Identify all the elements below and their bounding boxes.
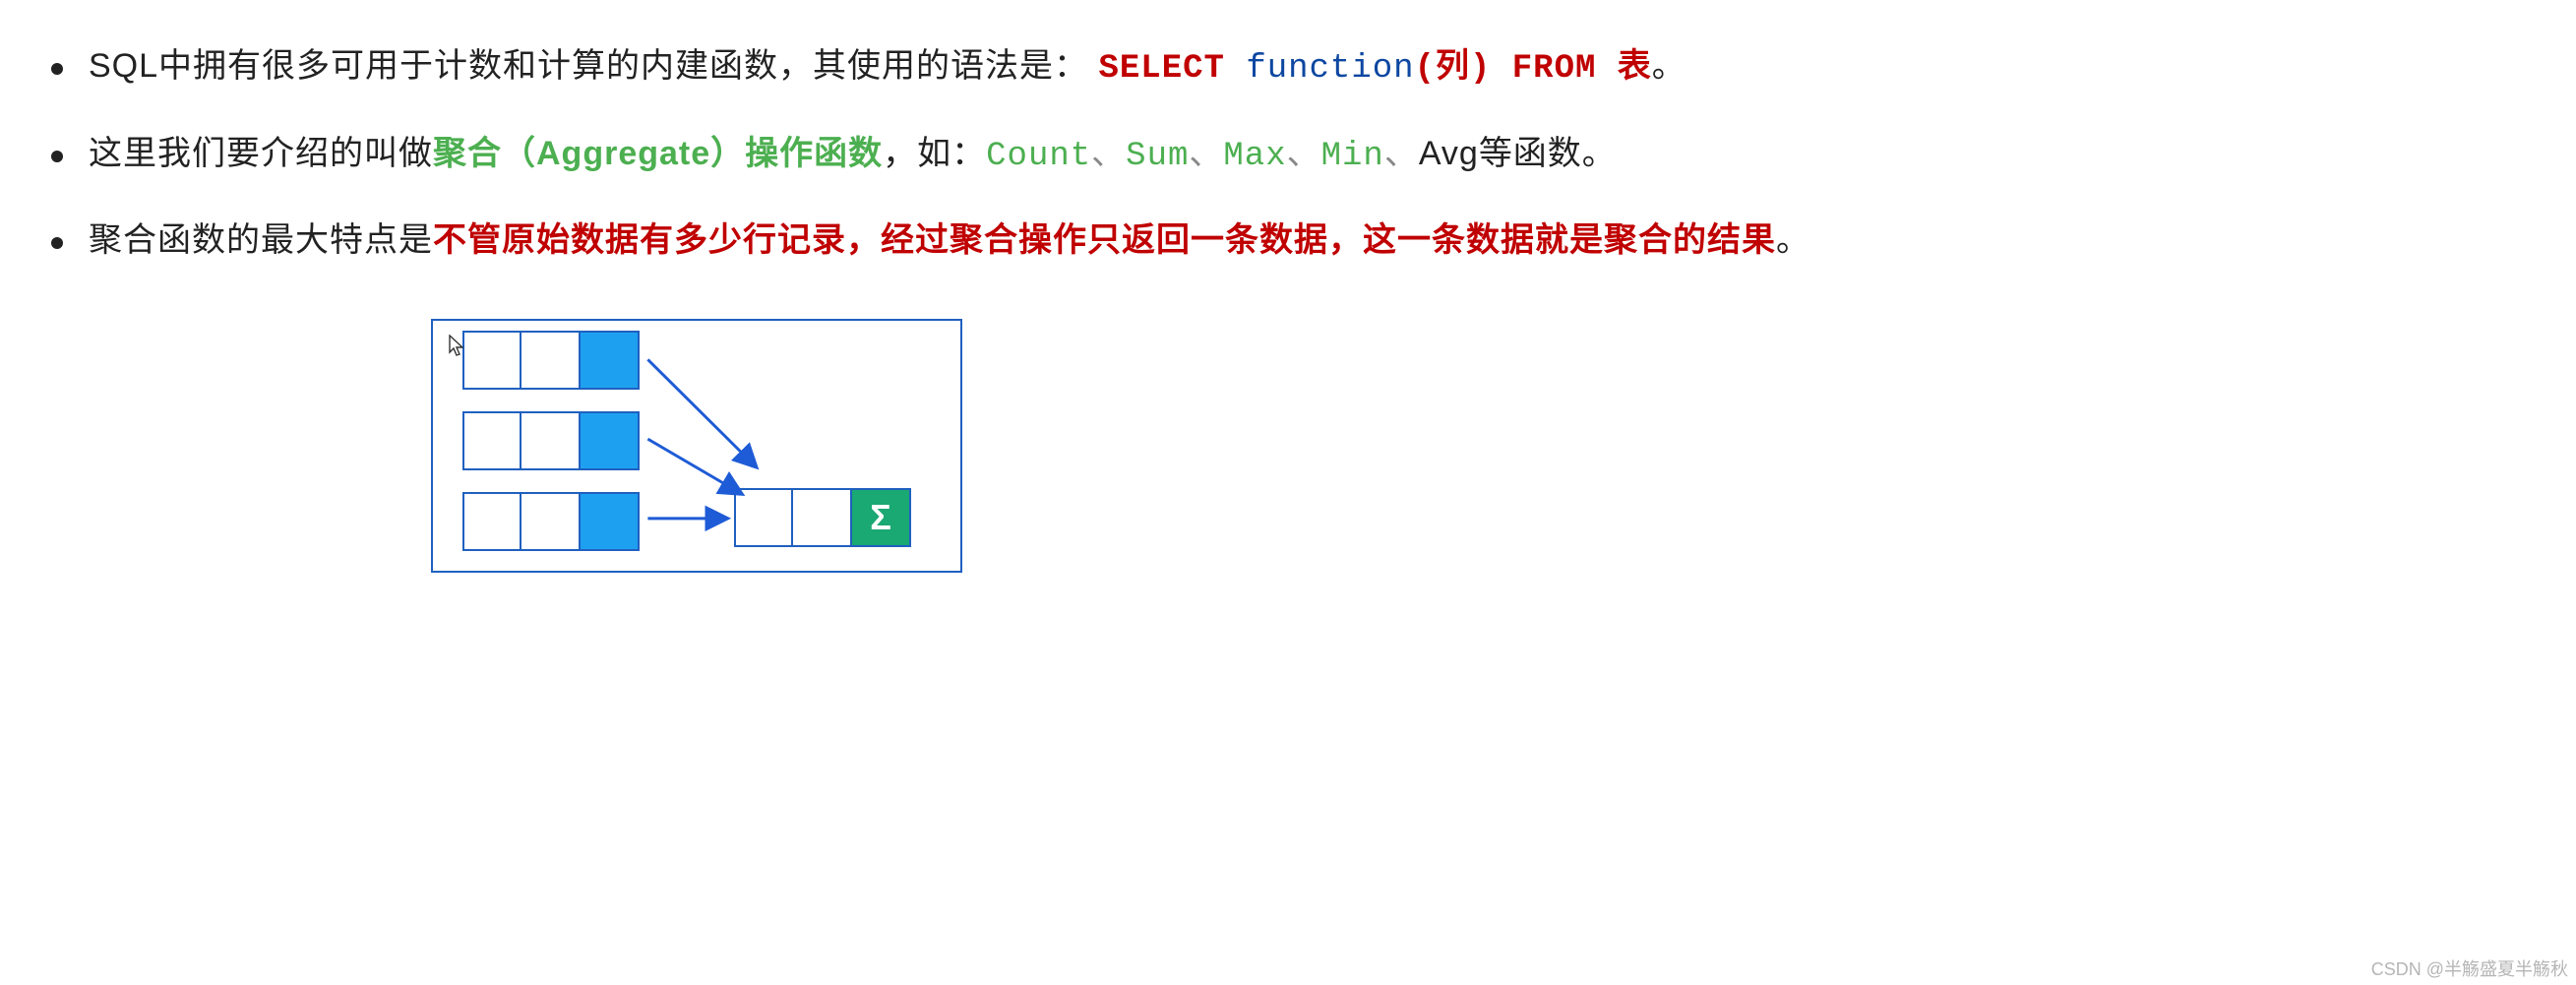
table-row	[462, 411, 941, 470]
sep: 、	[1287, 135, 1321, 172]
cell-sigma: Σ	[852, 488, 911, 547]
text: 这里我们要介绍的叫做	[89, 135, 433, 172]
sql-from-kw: FROM	[1491, 50, 1617, 88]
cell-blank	[793, 488, 852, 547]
text: 等函数。	[1479, 135, 1617, 172]
text: SQL中拥有很多可用于计数和计算的内建函数，其使用的语法是：	[89, 47, 1088, 85]
text: 。	[1776, 221, 1810, 259]
sql-table: 表	[1618, 50, 1652, 88]
sep: 、	[1384, 135, 1419, 172]
sql-function: function	[1246, 50, 1414, 88]
table-row	[462, 331, 941, 390]
bullet-list: SQL中拥有很多可用于计数和计算的内建函数，其使用的语法是： SELECT fu…	[51, 43, 1810, 302]
text: 。	[1652, 47, 1687, 85]
func-count: Count	[986, 138, 1091, 175]
cell-blank	[521, 492, 581, 551]
func-max: Max	[1223, 138, 1286, 175]
sql-column: (列)	[1415, 50, 1492, 88]
sigma-label: Σ	[870, 497, 891, 538]
cell-blank	[462, 331, 521, 390]
bullet-item-1: SQL中拥有很多可用于计数和计算的内建函数，其使用的语法是： SELECT fu…	[51, 43, 1810, 93]
result-row: Σ	[734, 488, 911, 547]
highlight-text: 不管原始数据有多少行记录，经过聚合操作只返回一条数据，这一条数据就是聚合的结果	[433, 221, 1776, 259]
sep: 、	[1091, 135, 1126, 172]
sep: 、	[1189, 135, 1223, 172]
aggregate-diagram: Σ	[431, 319, 962, 573]
cell-value	[581, 331, 640, 390]
cell-value	[581, 411, 640, 470]
cell-blank	[734, 488, 793, 547]
sql-select-kw: SELECT	[1098, 50, 1246, 88]
cell-value	[581, 492, 640, 551]
bullet-item-3: 聚合函数的最大特点是不管原始数据有多少行记录，经过聚合操作只返回一条数据，这一条…	[51, 217, 1810, 265]
cell-blank	[462, 492, 521, 551]
text: 聚合函数的最大特点是	[89, 221, 433, 259]
cell-blank	[521, 411, 581, 470]
keyword-aggregate: 聚合（Aggregate）操作函数	[433, 135, 883, 172]
func-avg: Avg	[1419, 135, 1479, 172]
watermark: CSDN @半觞盛夏半觞秋	[2371, 955, 2568, 981]
cursor-icon	[449, 335, 466, 358]
func-sum: Sum	[1126, 138, 1189, 175]
func-min: Min	[1321, 138, 1384, 175]
cell-blank	[521, 331, 581, 390]
bullet-item-2: 这里我们要介绍的叫做聚合（Aggregate）操作函数，如：Count、Sum、…	[51, 131, 1810, 181]
text: ，如：	[883, 135, 986, 172]
cell-blank	[462, 411, 521, 470]
